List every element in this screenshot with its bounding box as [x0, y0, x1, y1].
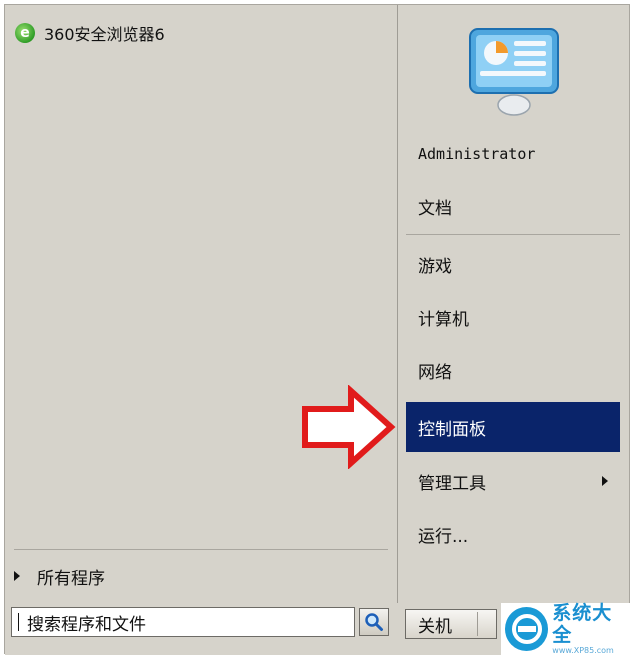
- network-label: 网络: [418, 362, 452, 383]
- watermark-subtitle: www.XP85.com: [552, 646, 614, 655]
- red-pointer-arrow-icon: [302, 385, 396, 469]
- network-link[interactable]: 网络: [406, 350, 620, 390]
- shutdown-label: 关机: [418, 616, 452, 637]
- start-menu: e 360安全浏览器6 所有程序 Administrator 文档 游戏 计算机…: [4, 4, 631, 655]
- watermark-title: 系统大全: [552, 602, 613, 646]
- run-link[interactable]: 运行...: [406, 514, 620, 554]
- start-menu-footer: 关机 系统大全 www.XP85.com: [5, 602, 631, 655]
- text-caret: [18, 613, 19, 631]
- shutdown-options-divider: [477, 612, 478, 636]
- user-name-label: Administrator: [418, 145, 536, 163]
- places-pane: Administrator 文档 游戏 计算机 网络 控制面板 管理工具 运行.…: [397, 5, 631, 603]
- computer-link[interactable]: 计算机: [406, 297, 620, 337]
- site-watermark-logo: 系统大全 www.XP85.com: [501, 602, 631, 655]
- computer-label: 计算机: [418, 309, 469, 330]
- 360-browser-icon: e: [15, 23, 35, 43]
- control-panel-label: 控制面板: [418, 419, 486, 440]
- games-label: 游戏: [418, 256, 452, 277]
- control-panel-link[interactable]: 控制面板: [406, 402, 620, 452]
- search-button[interactable]: [359, 608, 389, 636]
- programs-divider: [14, 549, 388, 550]
- documents-label: 文档: [418, 198, 452, 219]
- control-panel-user-picture-icon: [469, 28, 559, 116]
- pinned-program-360-browser[interactable]: e 360安全浏览器6: [15, 20, 165, 46]
- programs-pane: e 360安全浏览器6 所有程序: [5, 5, 397, 603]
- shutdown-button[interactable]: 关机: [405, 609, 497, 639]
- places-divider: [406, 234, 620, 235]
- expand-arrow-icon: [14, 571, 20, 581]
- magnifier-icon: [365, 613, 383, 631]
- watermark-logo-icon: [505, 607, 549, 651]
- games-link[interactable]: 游戏: [406, 244, 620, 284]
- admin-tools-label: 管理工具: [418, 473, 486, 494]
- all-programs-button[interactable]: 所有程序: [14, 563, 105, 589]
- run-label: 运行...: [418, 526, 469, 547]
- admin-tools-link[interactable]: 管理工具: [406, 461, 620, 501]
- pinned-program-label: 360安全浏览器6: [44, 25, 165, 44]
- all-programs-label: 所有程序: [37, 568, 105, 589]
- submenu-arrow-icon: [602, 476, 608, 486]
- documents-link[interactable]: 文档: [406, 186, 620, 226]
- search-field[interactable]: [11, 607, 355, 637]
- search-input[interactable]: [24, 611, 354, 633]
- user-folder-link[interactable]: Administrator: [406, 134, 620, 174]
